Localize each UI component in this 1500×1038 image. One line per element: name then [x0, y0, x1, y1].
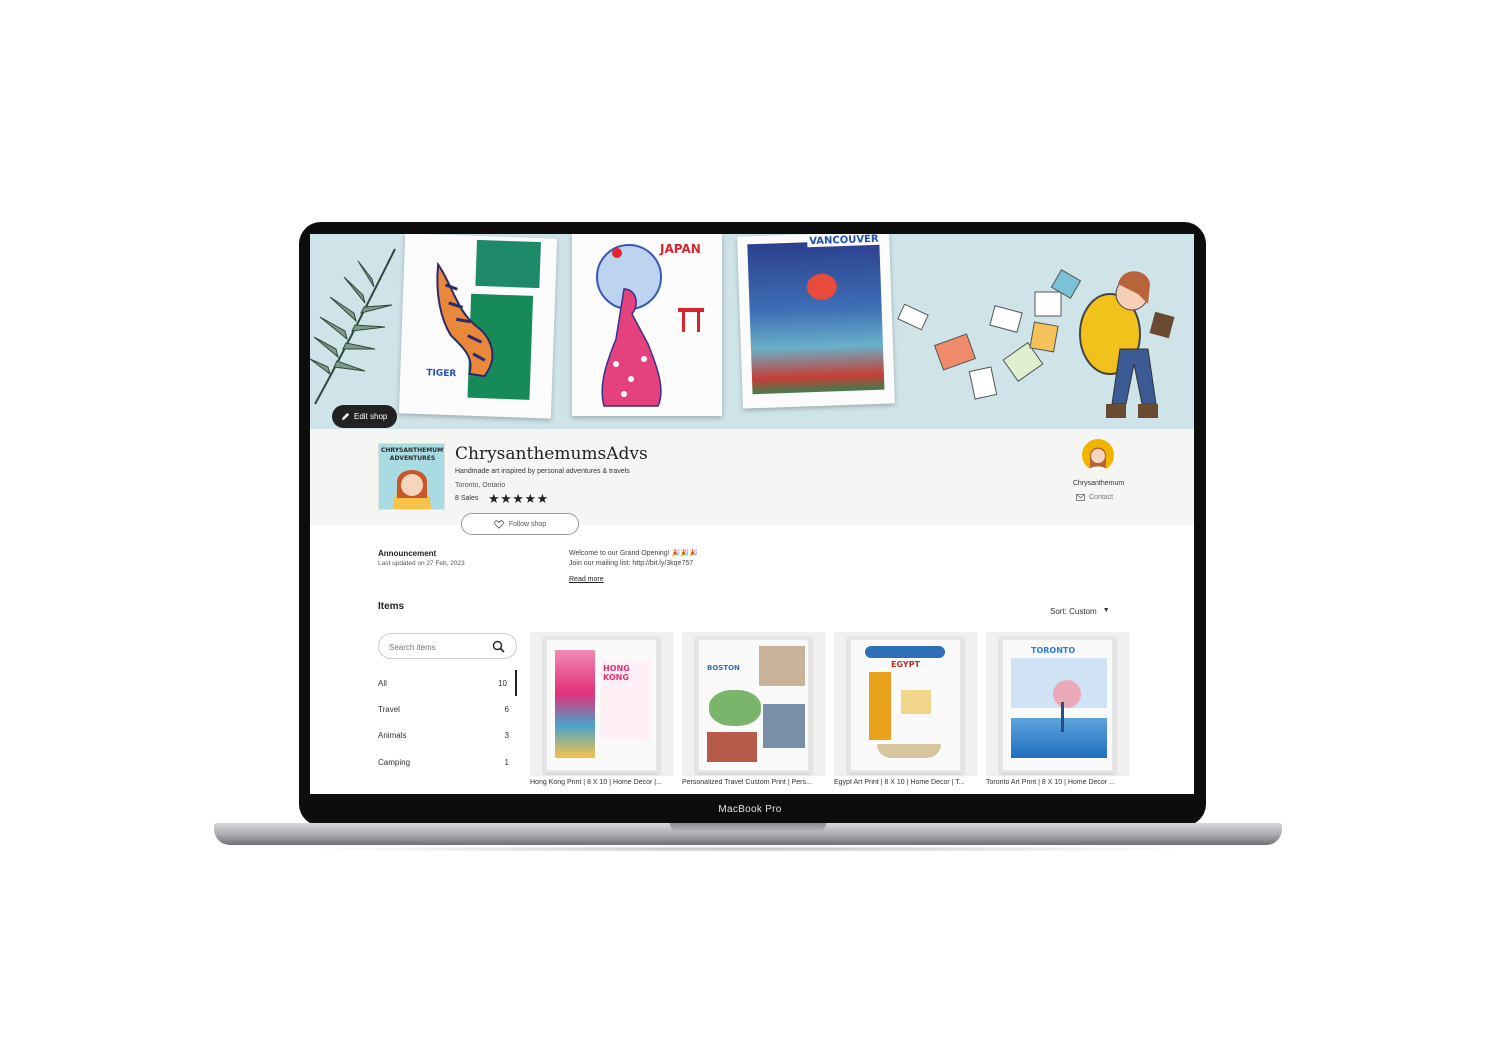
- category-count: 6: [504, 704, 509, 714]
- listing-image[interactable]: EGYPT: [834, 632, 977, 776]
- japan-card-title: JAPAN: [660, 242, 701, 256]
- banner-card-vancouver: VANCOUVER: [737, 234, 895, 409]
- shop-logo: CHRYSANTHEMUM'S ADVENTURES: [378, 443, 445, 510]
- listing-card-egypt[interactable]: EGYPT Egypt Art Print | 8 X 10 | Home De…: [834, 632, 977, 786]
- caret-down-icon: ▼: [1102, 607, 1110, 614]
- category-count: 10: [498, 678, 507, 688]
- search-icon[interactable]: [492, 640, 505, 653]
- listing-card-toronto[interactable]: TORONTO Toronto Art Print | 8 X 10 | Hom…: [986, 632, 1129, 786]
- category-label: Travel: [378, 704, 400, 714]
- print-frame: HONG KONG: [544, 637, 659, 773]
- banner-card-tiger: TIGER: [398, 234, 558, 419]
- listing-card-personalized[interactable]: BOSTON Personalized Travel Custom Print …: [682, 632, 825, 786]
- shop-rating-stars[interactable]: ★★★★★: [488, 491, 549, 507]
- category-count: 3: [504, 731, 509, 741]
- listing-title[interactable]: Hong Kong Print | 8 X 10 | Home Decor |.…: [530, 779, 673, 786]
- listing-art-text: EGYPT: [891, 660, 920, 669]
- palm-leaf-illustration: [310, 248, 396, 405]
- search-input[interactable]: [389, 640, 485, 654]
- search-items-field[interactable]: [378, 633, 517, 659]
- shop-location: Toronto, Ontario: [455, 482, 506, 489]
- tiger-card-title: TIGER: [426, 368, 457, 380]
- category-travel[interactable]: Travel 6: [378, 696, 517, 722]
- shop-logo-text: CHRYSANTHEMUM'S ADVENTURES: [381, 447, 445, 462]
- category-label: All: [378, 678, 387, 688]
- category-label: Camping: [378, 757, 411, 767]
- category-count: 1: [504, 757, 509, 767]
- owner-avatar-art: [1088, 447, 1108, 471]
- announcement-title: Announcement: [378, 549, 437, 558]
- category-animals[interactable]: Animals 3: [378, 723, 517, 749]
- device-label: MacBook Pro: [718, 804, 782, 815]
- items-heading: Items: [378, 601, 405, 612]
- laptop-shadow: [300, 846, 1200, 852]
- shop-header: CHRYSANTHEMUM'S ADVENTURES Chrysanthemum…: [310, 429, 1194, 535]
- tiger-illustration: [436, 261, 494, 378]
- shop-tagline: Handmade art inspired by personal advent…: [455, 468, 630, 475]
- listing-image[interactable]: BOSTON: [682, 632, 825, 776]
- follow-shop-label: Follow shop: [508, 520, 547, 528]
- sort-dropdown[interactable]: Sort: Custom ▼: [1050, 607, 1110, 616]
- listing-art-text: BOSTON: [707, 664, 740, 672]
- category-all[interactable]: All 10: [378, 670, 517, 697]
- listing-art-text: TORONTO: [1031, 646, 1076, 655]
- print-frame: EGYPT: [848, 637, 963, 773]
- envelope-icon: [1076, 494, 1085, 501]
- announcement-line-mailing: Join our mailing list: http://bit.ly/3kq…: [569, 560, 694, 567]
- listing-image[interactable]: TORONTO: [986, 632, 1129, 776]
- owner-avatar[interactable]: [1082, 439, 1114, 471]
- announcement-line-welcome: Welcome to our Grand Opening! 🎉🎉🎉: [569, 550, 698, 557]
- shop-sales-count: 8 Sales: [455, 495, 479, 502]
- print-frame: BOSTON: [696, 637, 811, 773]
- listing-title[interactable]: Egypt Art Print | 8 X 10 | Home Decor | …: [834, 779, 977, 786]
- pencil-icon: [341, 412, 350, 421]
- shop-name: ChrysanthemumsAdvs: [455, 444, 648, 464]
- listing-title[interactable]: Toronto Art Print | 8 X 10 | Home Decor …: [986, 779, 1129, 786]
- read-more-link[interactable]: Read more: [569, 576, 604, 583]
- follow-shop-button[interactable]: Follow shop: [461, 513, 579, 535]
- heart-icon: [494, 519, 504, 529]
- torii-icon: [678, 308, 704, 332]
- category-label: Animals: [378, 731, 407, 741]
- category-camping[interactable]: Camping 1: [378, 749, 517, 775]
- listing-art-text: HONG KONG: [603, 664, 630, 682]
- edit-shop-button[interactable]: Edit shop: [332, 405, 398, 428]
- edit-shop-label: Edit shop: [354, 412, 388, 421]
- print-frame: TORONTO: [1000, 637, 1115, 773]
- announcement-updated: Last updated on 27 Feb, 2023: [378, 560, 465, 567]
- listing-image[interactable]: HONG KONG: [530, 632, 673, 776]
- laptop-notch: [670, 823, 826, 832]
- owner-name[interactable]: Chrysanthemum: [1052, 480, 1145, 487]
- adventurer-illustration: [897, 269, 1175, 418]
- listing-title[interactable]: Personalized Travel Custom Print | Pers.…: [682, 779, 825, 786]
- listing-card-hong-kong[interactable]: HONG KONG Hong Kong Print | 8 X 10 | Hom…: [530, 632, 673, 786]
- contact-owner-button[interactable]: Contact: [1076, 494, 1113, 501]
- sort-label: Sort: Custom: [1050, 607, 1097, 616]
- geisha-illustration: [601, 288, 662, 407]
- shop-banner: TIGER JAPAN VANCOUVER Edit shop: [310, 234, 1194, 429]
- laptop-screen: TIGER JAPAN VANCOUVER Edit shop CHRYSANT…: [310, 234, 1194, 794]
- contact-label: Contact: [1089, 494, 1114, 501]
- banner-card-japan: JAPAN: [572, 234, 722, 416]
- category-list: All 10 Travel 6 Animals 3 Camping 1: [378, 670, 517, 775]
